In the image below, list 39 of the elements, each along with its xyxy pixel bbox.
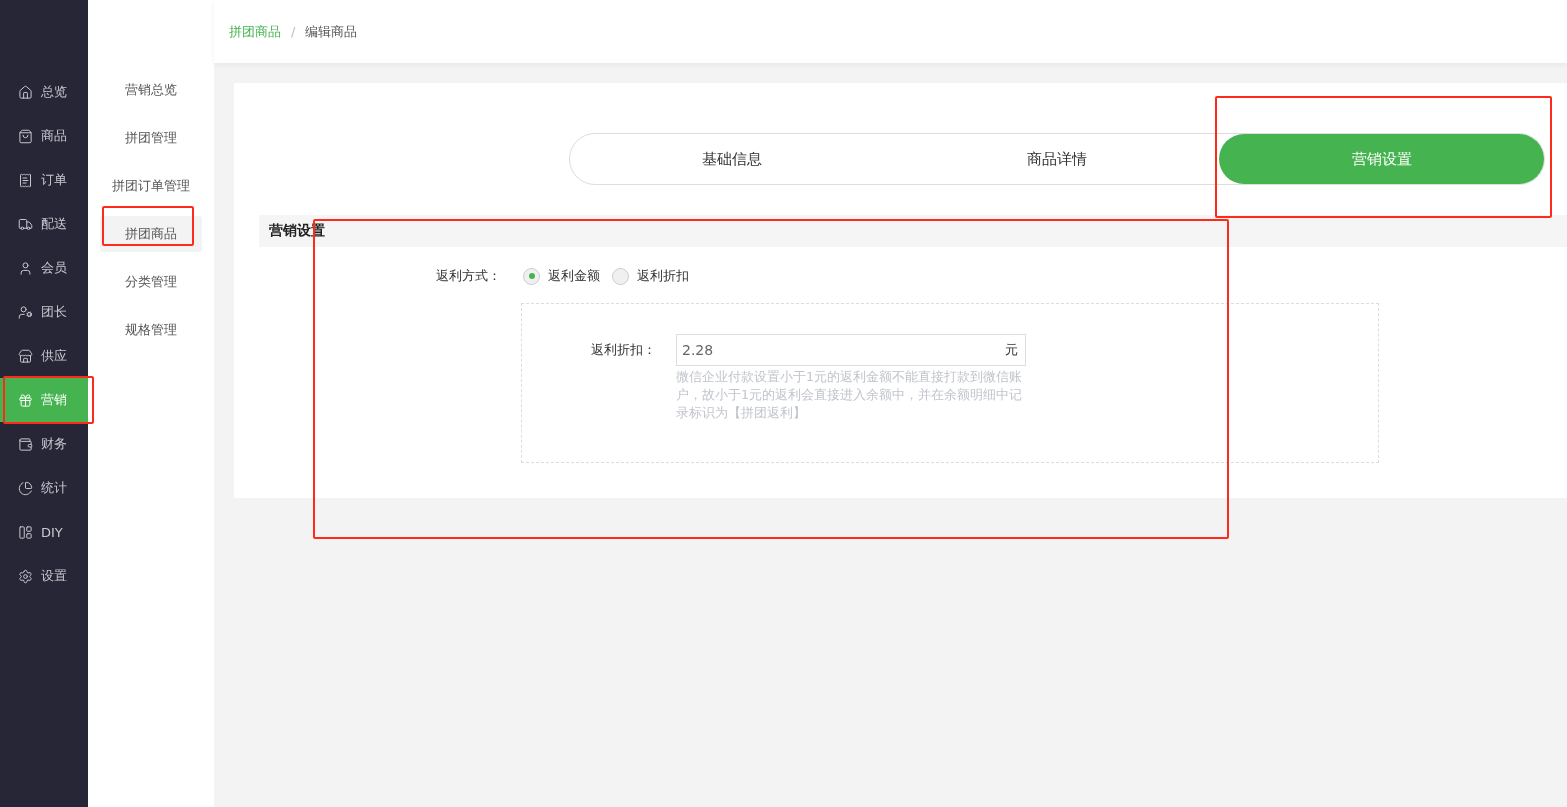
home-icon: [18, 84, 33, 100]
sidebar-item[interactable]: DIY: [0, 510, 88, 554]
subnav-item[interactable]: 拼团商品: [100, 216, 202, 252]
pie-chart-icon: [18, 480, 33, 496]
gift-icon: [18, 392, 33, 408]
sidebar-item[interactable]: 统计: [0, 466, 88, 510]
radio-option[interactable]: 返利金额: [523, 267, 600, 285]
wallet-icon: [18, 436, 33, 452]
sidebar-item[interactable]: 订单: [0, 158, 88, 202]
sidebar-item[interactable]: 配送: [0, 202, 88, 246]
user-list-icon: [18, 304, 33, 320]
step-tab[interactable]: 商品详情: [894, 134, 1220, 184]
sidebar-item[interactable]: 总览: [0, 70, 88, 114]
unit-label: 元: [1005, 341, 1018, 359]
subnav-item[interactable]: 拼团订单管理: [100, 168, 202, 204]
subnav-item[interactable]: 规格管理: [100, 312, 202, 348]
bag-icon: [18, 128, 33, 144]
sidebar-item[interactable]: 供应: [0, 334, 88, 378]
radio-option[interactable]: 返利折扣: [612, 267, 689, 285]
breadcrumb-separator: /: [291, 24, 296, 39]
step-tab[interactable]: 基础信息: [570, 134, 895, 184]
sidebar-item[interactable]: 商品: [0, 114, 88, 158]
truck-icon: [18, 216, 33, 232]
sidebar-item[interactable]: 设置: [0, 554, 88, 598]
field-label: 返利方式：: [435, 267, 502, 285]
settings-icon: [18, 568, 33, 584]
user-icon: [18, 260, 33, 276]
subnav-item[interactable]: 分类管理: [100, 264, 202, 300]
field-label: 返利折扣：: [590, 341, 657, 359]
store-icon: [18, 348, 33, 364]
layout-icon: [18, 524, 33, 540]
sidebar-item[interactable]: 财务: [0, 422, 88, 466]
subnav-item[interactable]: 营销总览: [100, 72, 202, 108]
sidebar-item[interactable]: 会员: [0, 246, 88, 290]
sidebar-item[interactable]: 团长: [0, 290, 88, 334]
hint-text: 微信企业付款设置小于1元的返利金额不能直接打款到微信账户，故小于1元的返利会直接进入余额中，并在余额明细中记录标识为【拼团返利】: [676, 368, 1023, 422]
breadcrumb-current: 编辑商品: [305, 22, 358, 41]
subnav-item[interactable]: 拼团管理: [100, 120, 202, 156]
receipt-icon: [18, 172, 33, 188]
